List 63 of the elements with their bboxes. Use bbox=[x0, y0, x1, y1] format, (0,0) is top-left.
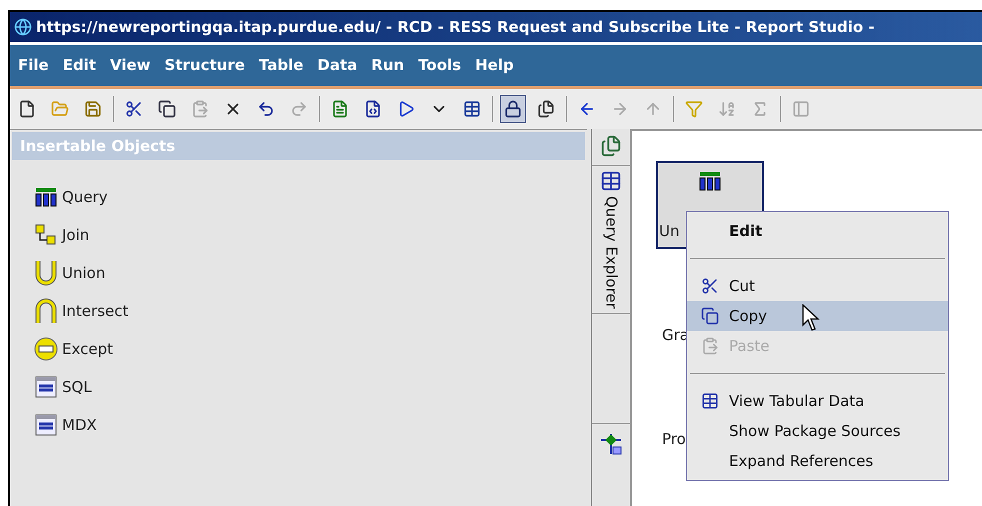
pages-icon bbox=[537, 100, 555, 118]
context-menu-item[interactable]: View Tabular Data bbox=[687, 386, 948, 416]
copy-icon bbox=[158, 100, 176, 118]
play-icon bbox=[397, 100, 415, 118]
join-icon bbox=[35, 224, 57, 246]
context-menu-item[interactable]: Edit bbox=[687, 216, 948, 246]
menu-item[interactable]: Tools bbox=[418, 54, 462, 77]
document-icon bbox=[331, 100, 349, 118]
menu-item[interactable]: File bbox=[18, 54, 49, 77]
panel-icon bbox=[792, 100, 810, 118]
intersect-icon bbox=[35, 298, 57, 324]
lock-button[interactable] bbox=[500, 95, 526, 123]
menu-item[interactable]: Structure bbox=[164, 54, 245, 77]
union-icon bbox=[35, 260, 57, 286]
scissors-icon bbox=[125, 100, 143, 118]
insertable-object[interactable]: Intersect bbox=[34, 298, 587, 324]
copy-icon bbox=[701, 307, 719, 325]
menu-item[interactable]: View bbox=[110, 54, 151, 77]
redo-icon bbox=[290, 100, 308, 118]
context-menu-item[interactable]: Copy bbox=[687, 301, 948, 331]
menu-item[interactable]: Help bbox=[475, 54, 514, 77]
undo-icon bbox=[257, 100, 275, 118]
canvas-label: Un bbox=[659, 222, 680, 240]
query-icon bbox=[35, 187, 57, 207]
menu-item[interactable]: Run bbox=[371, 54, 404, 77]
window-title: https://newreportingqa.itap.purdue.edu/ - RCD - RESS Request and Subscribe Lite - Report Studio - bbox=[36, 16, 875, 38]
lock-icon bbox=[504, 100, 522, 118]
sort-icon bbox=[718, 100, 736, 118]
menu-item[interactable]: Edit bbox=[62, 54, 96, 77]
sql-icon bbox=[35, 376, 57, 398]
table-icon bbox=[600, 170, 622, 192]
canvas-label: Pro bbox=[662, 430, 686, 448]
context-menu-item[interactable]: Cut bbox=[687, 271, 948, 301]
scissors-icon bbox=[701, 277, 719, 295]
insertable-object[interactable]: Union bbox=[34, 260, 587, 286]
paste-icon bbox=[701, 337, 719, 355]
pages-icon[interactable] bbox=[600, 135, 622, 157]
folder-icon bbox=[51, 100, 69, 118]
save-icon bbox=[84, 100, 102, 118]
insertable-object[interactable]: MDX bbox=[34, 412, 587, 438]
except-icon bbox=[34, 337, 58, 361]
table-icon bbox=[701, 392, 719, 410]
menu-item[interactable]: Table bbox=[258, 54, 304, 77]
context-menu-item[interactable]: Show Package Sources bbox=[687, 416, 948, 446]
mdx-icon bbox=[35, 414, 57, 436]
paste-icon bbox=[191, 100, 209, 118]
context-menu-item[interactable]: Expand References bbox=[687, 446, 948, 476]
filter-icon bbox=[685, 100, 703, 118]
browser-icon bbox=[14, 18, 32, 36]
table-icon bbox=[463, 100, 481, 118]
insertable-object[interactable]: SQL bbox=[34, 374, 587, 400]
insertable-object[interactable]: Query bbox=[34, 184, 587, 210]
new-file-icon bbox=[18, 100, 36, 118]
code-file-icon bbox=[364, 100, 382, 118]
panel-title: Insertable Objects bbox=[20, 136, 176, 157]
mouse-pointer-icon bbox=[802, 304, 822, 332]
insertable-object[interactable]: Join bbox=[34, 222, 587, 248]
query-explorer-tab[interactable]: Query Explorer bbox=[592, 165, 630, 314]
query-icon bbox=[699, 171, 721, 191]
source-icon[interactable] bbox=[599, 432, 623, 456]
menu-item[interactable]: Data bbox=[317, 54, 358, 77]
forward-arrow-icon bbox=[611, 100, 629, 118]
insertable-object[interactable]: Except bbox=[34, 336, 587, 362]
